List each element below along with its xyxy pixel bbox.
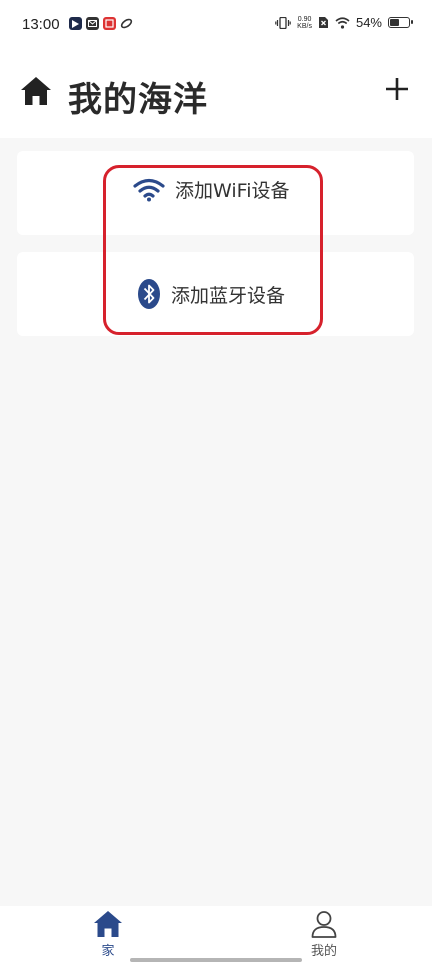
status-bar: 13:00 0.90 KB/s 54%: [0, 0, 432, 50]
home-icon: [21, 77, 51, 105]
gesture-bar[interactable]: [130, 958, 302, 962]
nav-home-tab[interactable]: 家: [78, 910, 138, 959]
link-app-icon: [120, 17, 133, 30]
bluetooth-icon: [138, 279, 160, 309]
status-time: 13:00: [22, 16, 60, 33]
status-right: 0.90 KB/s 54%: [275, 15, 413, 30]
user-icon: [311, 911, 337, 938]
app-header: 我的海洋: [0, 50, 432, 138]
bottom-nav: 家 我的: [0, 906, 432, 964]
nav-mine-tab[interactable]: 我的: [294, 910, 354, 959]
sim-disabled-icon: [318, 17, 328, 28]
add-bluetooth-device-label: 添加蓝牙设备: [171, 284, 286, 307]
battery-icon: [388, 17, 413, 28]
news-app-icon: [103, 17, 116, 30]
nav-home-label: 家: [101, 944, 115, 959]
video-app-icon: [69, 17, 82, 30]
add-wifi-device-item[interactable]: 添加WiFi设备: [133, 176, 289, 203]
wifi-status-icon: [335, 16, 350, 29]
add-icon[interactable]: [384, 76, 410, 102]
home-tab-icon: [94, 911, 122, 937]
add-bluetooth-device-item[interactable]: 添加蓝牙设备: [137, 278, 285, 310]
nav-mine-label: 我的: [310, 944, 337, 959]
page-title: 我的海洋: [68, 80, 208, 120]
battery-percent: 54%: [355, 15, 382, 30]
wifi-icon: [133, 178, 165, 201]
vibrate-icon: [275, 16, 291, 29]
mail-app-icon: [86, 17, 99, 30]
add-wifi-device-label: 添加WiFi设备: [175, 180, 290, 202]
net-speed: 0.90 KB/s: [297, 15, 312, 30]
notification-icons: [69, 17, 133, 30]
